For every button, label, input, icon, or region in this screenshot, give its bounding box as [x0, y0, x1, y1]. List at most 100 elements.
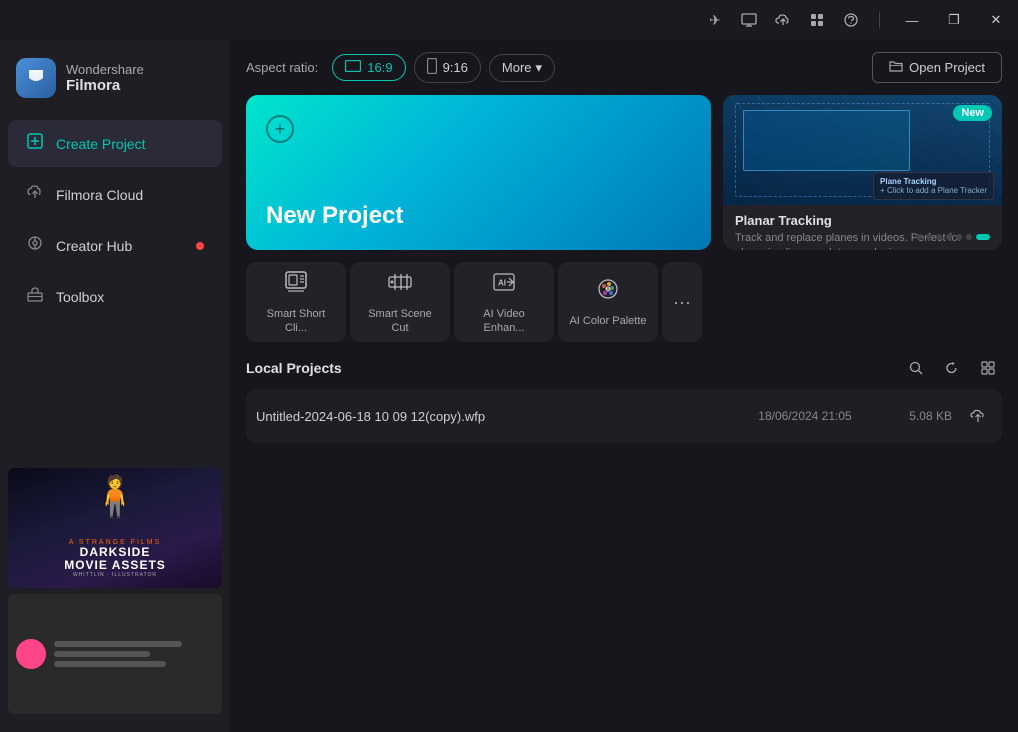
thumb-title-text: DARKSIDEMOVIE ASSETS [64, 546, 166, 572]
project-date: 18/06/2024 21:05 [740, 409, 870, 423]
thumb-line-1 [54, 641, 182, 647]
more-tools-icon: ··· [673, 292, 691, 313]
minimize-button[interactable]: — [898, 6, 926, 34]
sidebar-thumbnails: 🧍 A STRANGE FILMS DARKSIDEMOVIE ASSETS W… [0, 460, 230, 722]
new-project-card[interactable]: + New Project [246, 95, 711, 250]
grid-view-icon [981, 361, 995, 375]
thumb-pink-circle [16, 639, 46, 669]
main-layout: Wondershare Filmora Create Project Filmo… [0, 40, 1018, 732]
topbar: Aspect ratio: 16:9 9:16 More ▾ [230, 40, 1018, 95]
filmora-cloud-icon [26, 183, 44, 206]
feature-info: Planar Tracking Track and replace planes… [723, 205, 1002, 250]
thumb-line-3 [54, 661, 166, 667]
grid-view-projects-button[interactable] [974, 354, 1002, 382]
sidebar-item-creator-hub[interactable]: Creator Hub [8, 222, 222, 269]
thumb-subtitle-text: WHITTLIN · ILLUSTRATOR [73, 572, 157, 578]
aspect-9-16-label: 9:16 [443, 60, 468, 75]
create-project-icon [26, 132, 44, 155]
thumb-figure: 🧍 [90, 473, 140, 520]
new-project-label: New Project [266, 202, 403, 230]
more-aspect-chevron-icon: ▾ [536, 60, 543, 76]
ai-color-palette-icon: AI [595, 276, 621, 309]
cloud-upload-icon[interactable] [773, 10, 793, 30]
tracking-plane [743, 110, 910, 171]
carousel-indicators [916, 234, 990, 240]
sidebar-item-filmora-cloud[interactable]: Filmora Cloud [8, 171, 222, 218]
dot-3 [946, 234, 952, 240]
sidebar-item-toolbox[interactable]: Toolbox [8, 273, 222, 320]
toolbox-label: Toolbox [56, 289, 104, 305]
ai-video-enhance-icon: AI [491, 269, 517, 302]
aspect-16-9-icon [345, 60, 361, 75]
content-area: Aspect ratio: 16:9 9:16 More ▾ [230, 40, 1018, 732]
plane-tracking-ui: Plane Tracking + Click to add a Plane Tr… [873, 172, 994, 200]
ai-color-palette-label: AI Color Palette [569, 315, 646, 328]
thumbnail-pink[interactable] [8, 594, 222, 714]
app-name: Filmora [66, 77, 144, 94]
project-filename: Untitled-2024-06-18 10 09 12(copy).wfp [256, 409, 728, 424]
project-size: 5.08 KB [882, 409, 952, 423]
aspect-16-9-button[interactable]: 16:9 [332, 54, 405, 81]
svg-text:AI: AI [498, 279, 506, 288]
more-tools-button[interactable]: ··· [662, 262, 702, 342]
new-feature-badge: New [953, 105, 992, 121]
more-aspect-button[interactable]: More ▾ [489, 54, 555, 82]
project-upload-button[interactable] [964, 402, 992, 430]
brand-name: Wondershare [66, 62, 144, 77]
refresh-projects-button[interactable] [938, 354, 966, 382]
local-projects-title: Local Projects [246, 360, 342, 376]
more-aspect-label: More [502, 60, 532, 75]
tool-ai-color-palette[interactable]: AI AI Color Palette [558, 262, 658, 342]
restore-button[interactable]: ❐ [940, 6, 968, 34]
thumb-pink-content [54, 641, 214, 667]
local-projects-header: Local Projects [246, 354, 1002, 382]
smart-short-clip-label: Smart Short Cli... [256, 308, 336, 334]
app-logo-icon [16, 58, 56, 98]
feature-title: Planar Tracking [735, 213, 990, 228]
dot-0 [916, 234, 922, 240]
smart-scene-cut-icon [387, 269, 413, 302]
filmora-cloud-label: Filmora Cloud [56, 187, 143, 203]
local-projects-actions [902, 354, 1002, 382]
search-icon [909, 361, 923, 375]
logo-text: Wondershare Filmora [66, 62, 144, 94]
cards-row: + New Project New Plane Tracking + Click… [230, 95, 1018, 262]
creator-hub-icon [26, 234, 44, 257]
refresh-icon [945, 361, 959, 375]
search-projects-button[interactable] [902, 354, 930, 382]
open-project-folder-icon [889, 60, 903, 75]
ai-video-enhance-label: AI Video Enhan... [464, 308, 544, 334]
tool-ai-video-enhance[interactable]: AI AI Video Enhan... [454, 262, 554, 342]
thumb-line-2 [54, 651, 150, 657]
dot-4 [956, 234, 962, 240]
toolbox-icon [26, 285, 44, 308]
support-icon[interactable] [841, 10, 861, 30]
local-projects-section: Local Projects Untitled-2024-06-18 10 09… [230, 354, 1018, 732]
feedback-icon[interactable]: ✈ [705, 10, 725, 30]
tool-smart-scene-cut[interactable]: Smart Scene Cut [350, 262, 450, 342]
open-project-button[interactable]: Open Project [872, 52, 1002, 83]
aspect-ratio-label: Aspect ratio: [246, 60, 318, 75]
creator-hub-notification-badge [196, 242, 204, 250]
smart-short-clip-icon [283, 269, 309, 302]
project-row[interactable]: Untitled-2024-06-18 10 09 12(copy).wfp 1… [246, 390, 1002, 442]
sidebar-item-create-project[interactable]: Create Project [8, 120, 222, 167]
sidebar: Wondershare Filmora Create Project Filmo… [0, 40, 230, 732]
aspect-9-16-icon [427, 58, 437, 77]
tool-smart-short-clip[interactable]: Smart Short Cli... [246, 262, 346, 342]
creator-hub-label: Creator Hub [56, 238, 132, 254]
open-project-label: Open Project [909, 60, 985, 75]
feature-card-planar-tracking[interactable]: New Plane Tracking + Click to add a Plan… [723, 95, 1002, 250]
smart-scene-cut-label: Smart Scene Cut [360, 308, 440, 334]
create-project-label: Create Project [56, 136, 145, 152]
aspect-9-16-button[interactable]: 9:16 [414, 52, 481, 83]
upload-icon [970, 408, 986, 424]
titlebar: ✈ — ❐ ✕ [0, 0, 1018, 40]
close-button[interactable]: ✕ [982, 6, 1010, 34]
thumbnail-darkside[interactable]: 🧍 A STRANGE FILMS DARKSIDEMOVIE ASSETS W… [8, 468, 222, 588]
display-icon[interactable] [739, 10, 759, 30]
new-project-plus-icon: + [266, 115, 294, 143]
svg-text:AI: AI [606, 287, 612, 293]
dot-6-active [976, 234, 990, 240]
apps-grid-icon[interactable] [807, 10, 827, 30]
